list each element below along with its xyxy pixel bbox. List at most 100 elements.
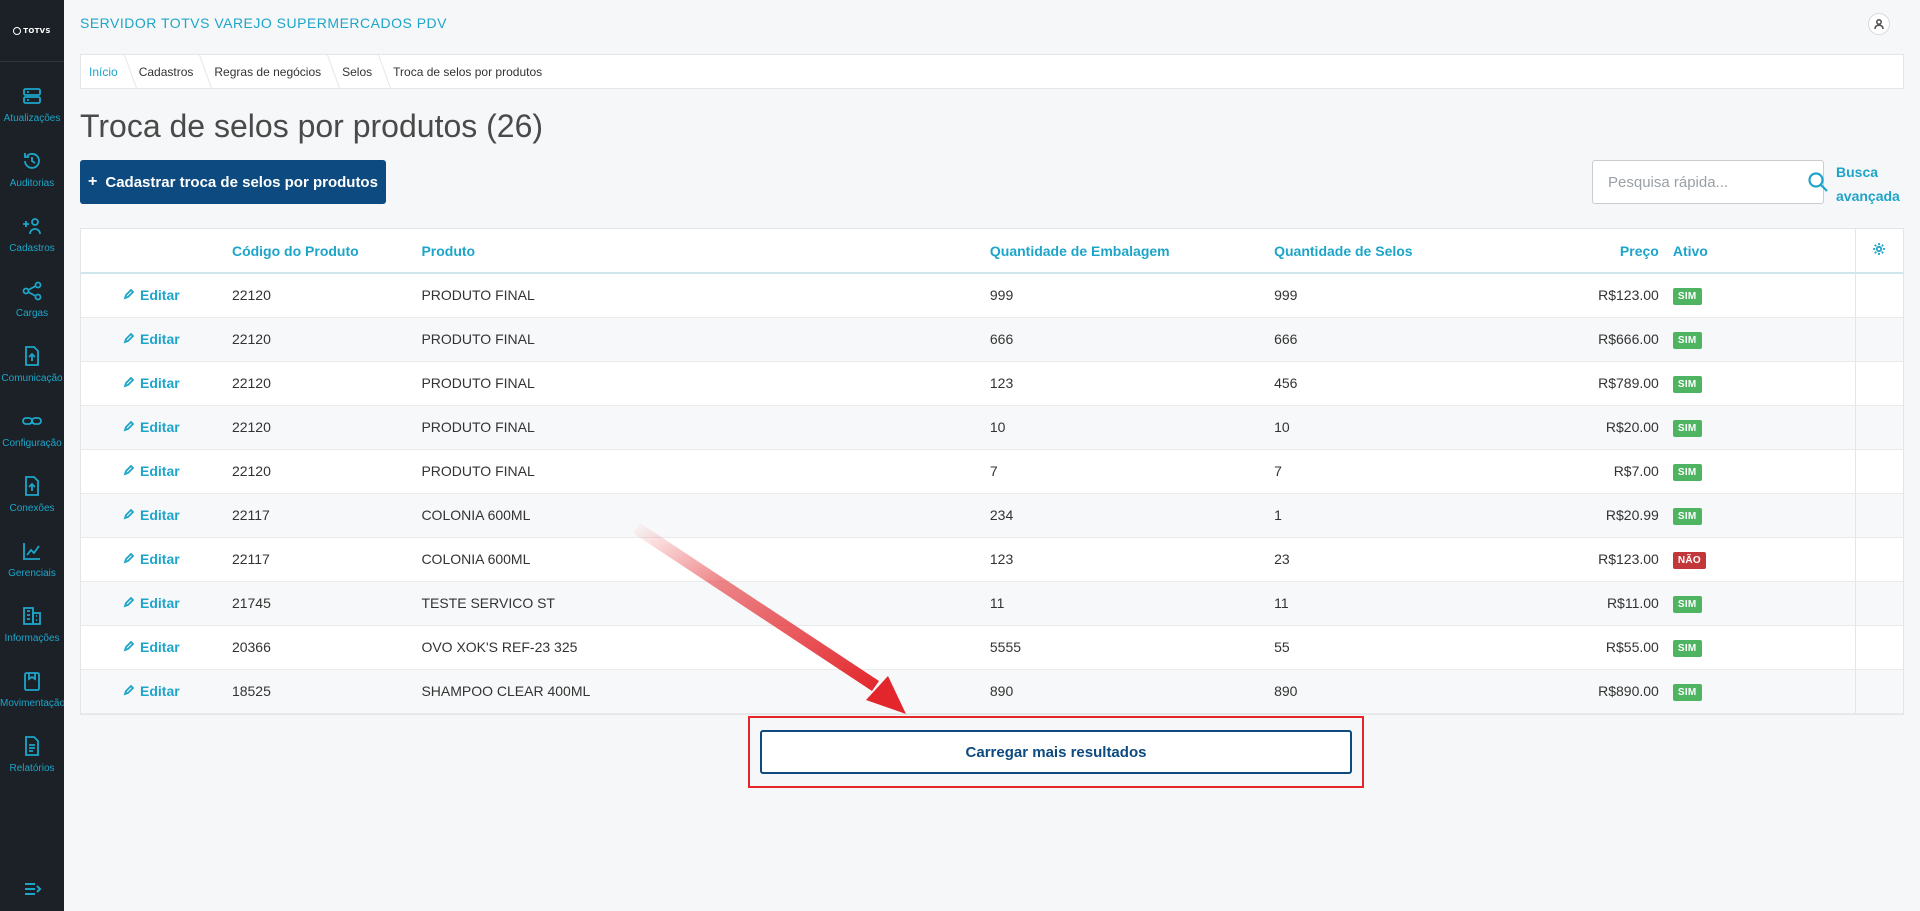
add-button-label: Cadastrar troca de selos por produtos [105, 173, 378, 191]
header-product-code[interactable]: Código do Produto [231, 229, 422, 274]
sidebar-item-cadastros[interactable]: Cadastros [0, 202, 64, 267]
cell-price: R$789.00 [1482, 361, 1673, 406]
cell-seals-qty: 10 [1274, 405, 1483, 450]
breadcrumb-item: Troca de selos por produtos [393, 64, 543, 79]
edit-label: Editar [140, 331, 180, 347]
sidebar-item-label: Conexões [9, 503, 55, 514]
cell-package-qty: 666 [989, 317, 1275, 362]
cell-product-code: 22120 [231, 361, 422, 406]
sidebar-item-configuracao[interactable]: Configuração [0, 397, 64, 462]
cell-product: SHAMPOO CLEAR 400ML [421, 669, 990, 714]
sidebar-item-gerenciais[interactable]: Gerenciais [0, 527, 64, 592]
edit-link[interactable]: Editar [123, 507, 180, 523]
edit-link[interactable]: Editar [123, 595, 180, 611]
advanced-search-link[interactable]: Busca avançada [1836, 160, 1906, 208]
sidebar-item-auditorias[interactable]: Auditorias [0, 137, 64, 202]
pencil-icon [123, 551, 135, 567]
cell-package-qty: 10 [989, 405, 1275, 450]
table-settings[interactable] [1854, 229, 1903, 274]
collapse-menu-icon[interactable] [22, 879, 42, 899]
status-badge: SIM [1672, 419, 1702, 437]
table-row: Editar 22120 PRODUTO FINAL 666 666 R$666.00 SI… [81, 317, 1903, 362]
user-avatar[interactable] [1868, 13, 1890, 35]
cell-seals-qty: 666 [1274, 317, 1483, 362]
cell-price: R$55.00 [1482, 625, 1673, 670]
sidebar-item-relatorios[interactable]: Relatórios [0, 722, 64, 787]
add-seal-exchange-button[interactable]: + Cadastrar troca de selos por produtos [80, 160, 386, 204]
header-price[interactable]: Preço [1482, 229, 1673, 274]
status-badge: SIM [1672, 463, 1702, 481]
cell-product: PRODUTO FINAL [421, 449, 990, 494]
edit-link[interactable]: Editar [123, 551, 180, 567]
cell-product-code: 22120 [231, 449, 422, 494]
cell-product: PRODUTO FINAL [421, 405, 990, 450]
cell-product: PRODUTO FINAL [421, 273, 990, 318]
totvs-logo[interactable]: TOTVS [0, 0, 64, 62]
breadcrumb-item[interactable]: Selos [334, 55, 385, 88]
cell-seals-qty: 1 [1274, 493, 1483, 538]
header-actions [81, 229, 232, 274]
edit-link[interactable]: Editar [123, 331, 180, 347]
add-user-icon [23, 218, 41, 235]
quick-search-input[interactable] [1593, 161, 1807, 203]
cell-package-qty: 7 [989, 449, 1275, 494]
edit-link[interactable]: Editar [123, 287, 180, 303]
share-icon [22, 281, 42, 301]
main-content: SERVIDOR TOTVS VAREJO SUPERMERCADOS PDV … [64, 0, 1920, 911]
breadcrumb-item[interactable]: Regras de negócios [206, 55, 334, 88]
edit-label: Editar [140, 595, 180, 611]
edit-label: Editar [140, 419, 180, 435]
edit-label: Editar [140, 639, 180, 655]
sidebar-item-conexoes[interactable]: Conexões [0, 462, 64, 527]
search-icon[interactable] [1807, 162, 1829, 202]
pencil-icon [123, 419, 135, 435]
sidebar-item-label: Configuração [2, 438, 62, 449]
cell-product-code: 22117 [231, 493, 422, 538]
header-active[interactable]: Ativo [1672, 229, 1856, 274]
sidebar-item-informacoes[interactable]: Informações [0, 592, 64, 657]
page-title: Troca de selos por produtos (26) [80, 108, 544, 144]
table-row: Editar 18525 SHAMPOO CLEAR 400ML 890 890 R$89… [81, 669, 1903, 714]
cell-price: R$123.00 [1482, 537, 1673, 582]
edit-link[interactable]: Editar [123, 683, 180, 699]
sidebar-item-cargas[interactable]: Cargas [0, 267, 64, 332]
edit-link[interactable]: Editar [123, 639, 180, 655]
cell-seals-qty: 55 [1274, 625, 1483, 670]
sidebar-item-label: Comunicação [1, 373, 63, 384]
sidebar-item-label: Auditorias [9, 178, 55, 189]
breadcrumb-item[interactable]: Cadastros [131, 55, 207, 88]
status-badge: SIM [1672, 287, 1702, 305]
sidebar-item-comunicacao[interactable]: Comunicação [0, 332, 64, 397]
results-table: Código do Produto Produto Quantidade de … [80, 228, 1904, 715]
header-product[interactable]: Produto [421, 229, 990, 274]
link-icon [22, 417, 42, 425]
server-icon [23, 88, 41, 104]
status-badge: SIM [1672, 507, 1702, 525]
status-badge: SIM [1672, 639, 1702, 657]
edit-link[interactable]: Editar [123, 419, 180, 435]
status-badge: NÃO [1672, 551, 1706, 569]
header-seals-qty[interactable]: Quantidade de Selos [1274, 229, 1483, 274]
header-package-qty[interactable]: Quantidade de Embalagem [989, 229, 1275, 274]
cell-package-qty: 5555 [989, 625, 1275, 670]
edit-label: Editar [140, 507, 180, 523]
sidebar-item-label: Cargas [15, 308, 49, 319]
sidebar-item-movimentacao[interactable]: Movimentação [0, 657, 64, 722]
cell-package-qty: 123 [989, 361, 1275, 406]
pencil-icon [123, 331, 135, 347]
cell-seals-qty: 999 [1274, 273, 1483, 318]
upload-file-icon [25, 476, 39, 496]
table-row: Editar 22120 PRODUTO FINAL 10 10 R$20.00 SIM [81, 405, 1903, 450]
plus-icon: + [88, 173, 98, 190]
cell-package-qty: 999 [989, 273, 1275, 318]
pencil-icon [123, 683, 135, 699]
cell-product: PRODUTO FINAL [421, 361, 990, 406]
sidebar-item-atualizacoes[interactable]: Atualizações [0, 72, 64, 137]
load-more-button[interactable]: Carregar mais resultados [760, 730, 1352, 774]
edit-link[interactable]: Editar [123, 463, 180, 479]
cell-product-code: 22120 [231, 273, 422, 318]
cell-price: R$666.00 [1482, 317, 1673, 362]
breadcrumb-item[interactable]: Início [81, 55, 131, 88]
edit-link[interactable]: Editar [123, 375, 180, 391]
gear-icon[interactable] [1872, 243, 1886, 259]
